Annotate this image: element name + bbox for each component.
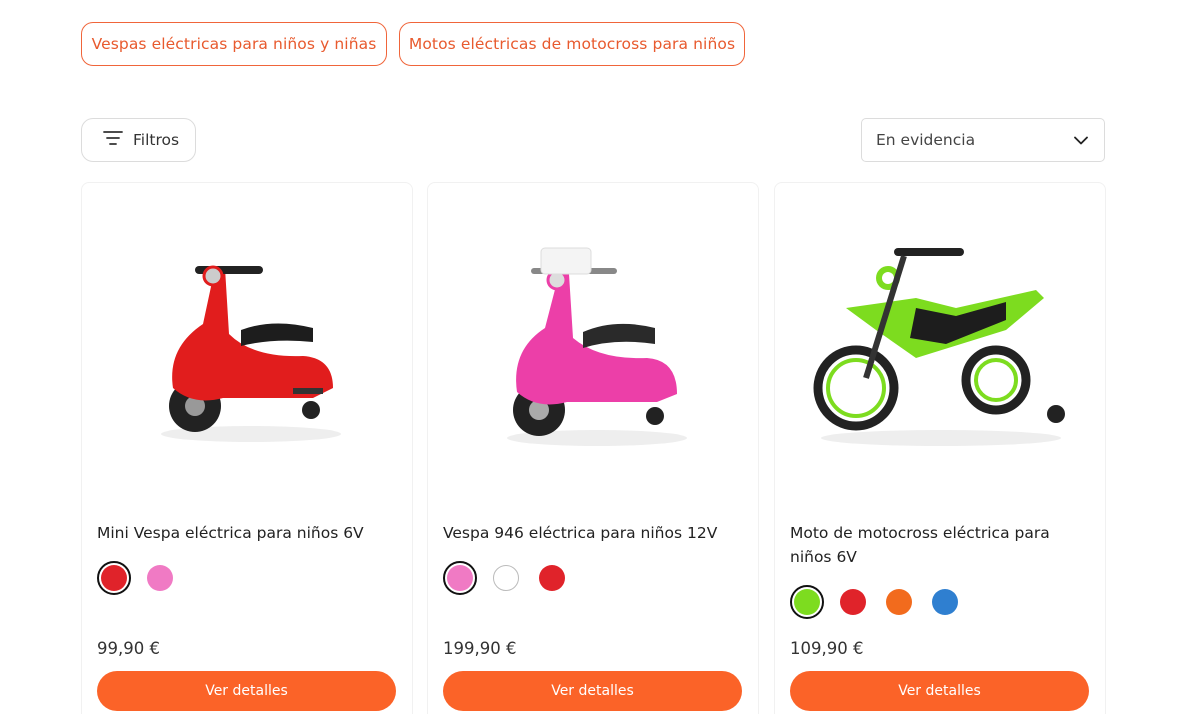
color-swatch-white[interactable] xyxy=(489,561,523,595)
product-card[interactable]: Moto de motocross eléctrica para niños 6… xyxy=(774,182,1106,714)
color-swatch-blue[interactable] xyxy=(928,585,962,619)
product-card[interactable]: Mini Vespa eléctrica para niños 6V 99,90… xyxy=(81,182,413,714)
color-swatch-orange[interactable] xyxy=(882,585,916,619)
red-scooter-image[interactable] xyxy=(98,203,398,503)
color-swatch-pink[interactable] xyxy=(443,561,477,595)
sort-select[interactable]: En evidencia xyxy=(861,118,1105,162)
sort-value: En evidencia xyxy=(876,131,976,149)
color-swatches xyxy=(790,585,962,619)
green-motocross-bike-image[interactable] xyxy=(791,203,1091,503)
product-price: 99,90 € xyxy=(97,639,160,658)
product-title[interactable]: Vespa 946 eléctrica para niños 12V xyxy=(443,521,748,545)
chevron-down-icon xyxy=(1074,131,1088,149)
color-swatch-pink[interactable] xyxy=(143,561,177,595)
category-chip-vespas[interactable]: Vespas eléctricas para niños y niñas xyxy=(81,22,387,66)
category-chip-motocross[interactable]: Motos eléctricas de motocross para niños xyxy=(399,22,745,66)
product-title[interactable]: Mini Vespa eléctrica para niños 6V xyxy=(97,521,402,545)
filters-label: Filtros xyxy=(133,131,180,149)
color-swatches xyxy=(443,561,569,595)
color-swatch-green[interactable] xyxy=(790,585,824,619)
view-details-button[interactable]: Ver detalles xyxy=(97,671,396,711)
product-title[interactable]: Moto de motocross eléctrica para niños 6… xyxy=(790,521,1095,569)
product-price: 109,90 € xyxy=(790,639,864,658)
view-details-button[interactable]: Ver detalles xyxy=(443,671,742,711)
color-swatch-red[interactable] xyxy=(97,561,131,595)
filters-button[interactable]: Filtros xyxy=(81,118,196,162)
color-swatch-red[interactable] xyxy=(836,585,870,619)
color-swatch-red[interactable] xyxy=(535,561,569,595)
view-details-button[interactable]: Ver detalles xyxy=(790,671,1089,711)
product-price: 199,90 € xyxy=(443,639,517,658)
color-swatches xyxy=(97,561,177,595)
filter-icon xyxy=(103,130,123,150)
product-card[interactable]: Vespa 946 eléctrica para niños 12V 199,9… xyxy=(427,182,759,714)
pink-scooter-image[interactable] xyxy=(444,203,744,503)
